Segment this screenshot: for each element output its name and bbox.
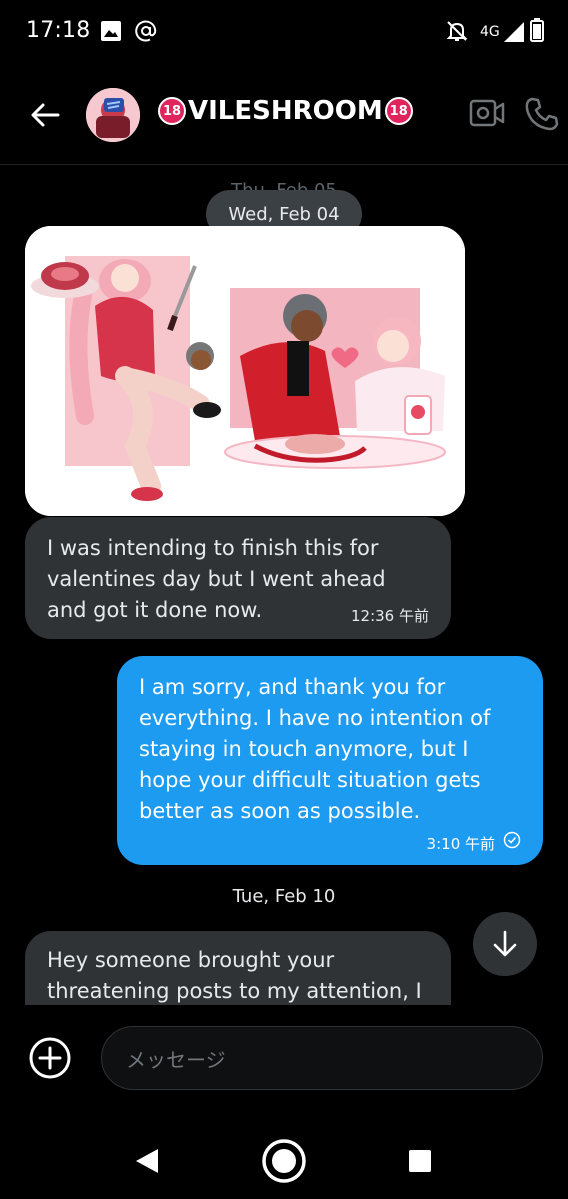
phone-icon[interactable] [524, 96, 560, 132]
outgoing-message[interactable]: I am sorry, and thank you for everything… [117, 656, 543, 865]
notifications-off-icon [446, 21, 468, 41]
message-input-placeholder: メッセージ [126, 1047, 226, 1072]
add-media-icon[interactable] [28, 1036, 72, 1080]
scroll-to-bottom-button[interactable] [473, 912, 537, 976]
back-arrow-icon[interactable] [28, 98, 62, 132]
incoming-message[interactable]: I was intending to finish this for valen… [25, 517, 451, 639]
message-input[interactable]: メッセージ [101, 1026, 543, 1090]
adult-badge-icon: 18 [158, 97, 186, 125]
nav-back-icon[interactable] [134, 1147, 160, 1175]
message-line: staying in touch anymore, but I [139, 737, 469, 761]
message-line: Hey someone brought your [47, 948, 335, 972]
message-line: better as soon as possible. [139, 799, 421, 823]
read-receipt-icon [503, 831, 521, 849]
message-line: threatening posts to my attention, I [47, 979, 422, 1003]
video-call-icon[interactable] [469, 96, 505, 130]
date-divider: Tue, Feb 10 [232, 886, 336, 907]
nav-recents-icon[interactable] [408, 1149, 432, 1173]
message-line: hope your difficult situation gets [139, 768, 481, 792]
clock: 17:18 [26, 18, 91, 43]
avatar[interactable] [86, 88, 140, 142]
adult-badge-icon: 18 [384, 97, 413, 125]
message-timestamp: 12:36 午前 [351, 607, 429, 625]
network-type: 4G [480, 24, 500, 40]
nav-home-icon[interactable] [260, 1137, 308, 1185]
battery-icon [530, 18, 544, 42]
message-line: I was intending to finish this for [47, 536, 379, 560]
status-bar: 17:18 4G [0, 0, 568, 64]
image-icon [101, 21, 121, 41]
image-attachment[interactable] [25, 226, 465, 516]
message-line: everything. I have no intention of [139, 706, 491, 730]
contact-name[interactable]: 18 VILESHROOM 18 [158, 96, 413, 126]
message-timestamp: 3:10 午前 [426, 835, 495, 853]
contact-name-text: VILESHROOM [188, 96, 383, 126]
message-line: I am sorry, and thank you for [139, 675, 446, 699]
signal-icon [504, 22, 524, 42]
arrow-down-icon [493, 930, 517, 957]
at-icon [135, 20, 157, 42]
message-line: valentines day but I went ahead [47, 567, 386, 591]
